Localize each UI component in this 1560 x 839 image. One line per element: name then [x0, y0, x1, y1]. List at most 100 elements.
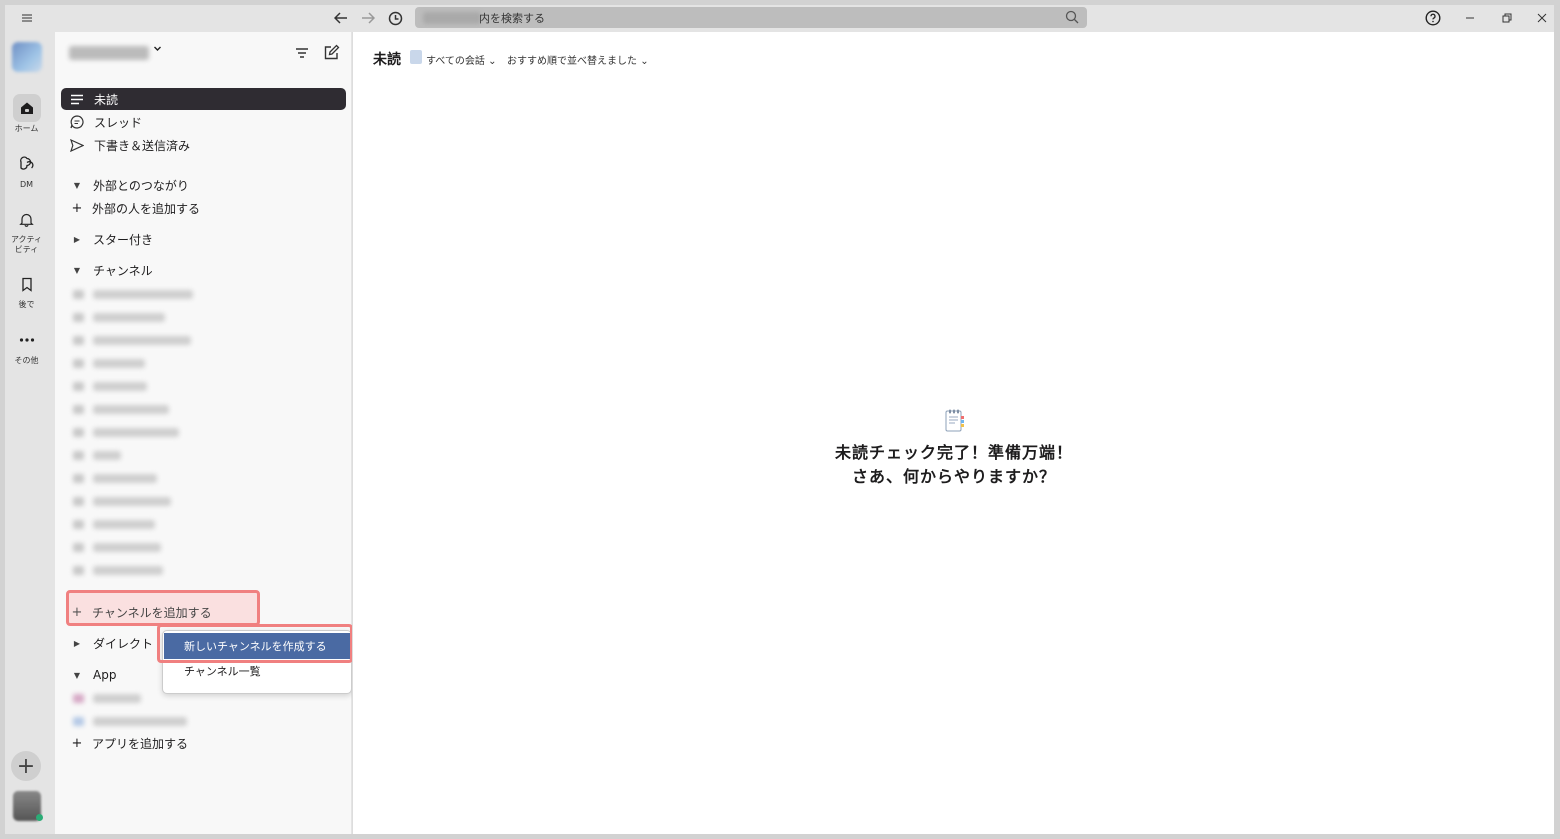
- add-app-label: アプリを追加する: [92, 736, 189, 751]
- channel-item-blurred[interactable]: [73, 357, 145, 369]
- compose-icon[interactable]: [322, 44, 340, 62]
- rail-more-label: その他: [14, 356, 39, 365]
- bell-icon: [13, 205, 41, 233]
- chevron-down-icon: ⌄: [640, 56, 649, 67]
- search-bar[interactable]: 内を検索する: [415, 7, 1087, 28]
- add-channel-label: チャンネルを追加する: [92, 605, 212, 620]
- help-icon[interactable]: [1423, 8, 1443, 28]
- conversation-type-icon: [410, 50, 422, 64]
- section-app-label: App: [93, 668, 117, 682]
- highlight-create-channel: [157, 624, 353, 663]
- add-app-button[interactable]: + アプリを追加する: [61, 732, 346, 754]
- history-clock-icon[interactable]: [385, 8, 405, 28]
- add-button-plus-icon[interactable]: +: [11, 751, 41, 781]
- sidebar-item-drafts[interactable]: 下書き＆送信済み: [61, 134, 346, 156]
- plus-icon: +: [71, 200, 83, 216]
- sidebar-item-label: スレッド: [94, 115, 143, 130]
- add-external-label: 外部の人を追加する: [92, 201, 201, 216]
- home-icon: [12, 94, 41, 122]
- hamburger-menu-icon[interactable]: [17, 8, 37, 28]
- section-starred[interactable]: ▶ スター付き: [61, 228, 346, 250]
- empty-state: 未読チェック完了！準備万端！ さあ、何からやりますか？: [353, 409, 1555, 489]
- forward-arrow-icon[interactable]: [358, 8, 378, 28]
- caret-right-icon: ▶: [73, 638, 81, 648]
- channel-item-blurred[interactable]: [73, 403, 169, 415]
- online-status-dot: [36, 814, 43, 821]
- channel-item-blurred[interactable]: [73, 311, 165, 323]
- minimize-icon[interactable]: [1460, 8, 1480, 28]
- workspace-avatar[interactable]: [12, 42, 42, 72]
- search-icon: [1065, 10, 1079, 24]
- channel-item-blurred[interactable]: [73, 564, 163, 576]
- filter-sort-label: おすすめ順で並べ替えました: [507, 56, 637, 67]
- rail-activity-label-line1: アクティ: [10, 235, 43, 244]
- filter-icon[interactable]: [293, 44, 311, 62]
- section-external-label: 外部とのつながり: [93, 178, 189, 193]
- threads-icon: [67, 115, 87, 129]
- rail-dm[interactable]: DM: [5, 150, 48, 190]
- section-channels[interactable]: ▼ チャンネル: [61, 259, 346, 281]
- rail-activity[interactable]: アクティ ビティ: [5, 205, 48, 255]
- rail-home[interactable]: ホーム: [5, 94, 48, 134]
- rail-more[interactable]: その他: [5, 326, 48, 366]
- more-icon: [13, 326, 41, 354]
- section-channels-label: チャンネル: [93, 263, 153, 278]
- sidebar-item-threads[interactable]: スレッド: [61, 111, 346, 133]
- rail-later-label: 後で: [18, 300, 35, 309]
- rail-home-label: ホーム: [14, 124, 39, 133]
- plus-icon: +: [71, 604, 83, 620]
- workspace-name-blurred[interactable]: [69, 46, 149, 60]
- blurred-workspace-name: [423, 12, 481, 24]
- caret-down-icon: ▼: [73, 670, 81, 680]
- channel-item-blurred[interactable]: [73, 518, 155, 530]
- channel-item-blurred[interactable]: [73, 288, 193, 300]
- caret-down-icon: ▼: [73, 265, 81, 275]
- workspace-chevron-down-icon[interactable]: [153, 43, 162, 56]
- channel-item-blurred[interactable]: [73, 495, 171, 507]
- section-starred-label: スター付き: [93, 232, 154, 247]
- rail-activity-label: アクティ ビティ: [5, 235, 48, 255]
- filter-all-conversations[interactable]: すべての会話 ⌄: [426, 52, 496, 67]
- channel-item-blurred[interactable]: [73, 449, 121, 461]
- empty-state-line2: さあ、何からやりますか？: [851, 467, 1056, 486]
- empty-state-line1: 未読チェック完了！準備万端！: [834, 443, 1073, 462]
- app-window: 内を検索する ホーム DM アクティ ビティ 後で その他 + 未読 スレッド …: [5, 5, 1554, 834]
- rail-later[interactable]: 後で: [5, 270, 48, 310]
- notepad-icon: [945, 409, 964, 432]
- channel-item-blurred[interactable]: [73, 334, 191, 346]
- caret-right-icon: ▶: [73, 234, 81, 244]
- sidebar-item-label: 未読: [94, 92, 119, 107]
- dm-icon: [13, 150, 41, 178]
- page-title: 未読: [373, 52, 401, 68]
- send-icon: [67, 138, 87, 152]
- section-external[interactable]: ▼ 外部とのつながり: [61, 174, 346, 196]
- rail-activity-label-line2: ビティ: [14, 245, 39, 254]
- add-channel-button[interactable]: + チャンネルを追加する: [61, 601, 346, 623]
- section-direct-label: ダイレクト: [93, 636, 154, 651]
- close-icon[interactable]: [1532, 8, 1552, 28]
- unread-icon: [67, 94, 87, 105]
- app-item-blurred[interactable]: [73, 692, 141, 704]
- chevron-down-icon: ⌄: [488, 56, 497, 67]
- sidebar-item-unread[interactable]: 未読: [61, 88, 346, 110]
- add-external-people[interactable]: + 外部の人を追加する: [61, 197, 346, 219]
- channel-item-blurred[interactable]: [73, 541, 161, 553]
- filter-all-label: すべての会話: [426, 56, 485, 67]
- filter-sort[interactable]: おすすめ順で並べ替えました ⌄: [507, 52, 649, 67]
- sidebar-item-label: 下書き＆送信済み: [94, 138, 191, 153]
- sidebar: 未読 スレッド 下書き＆送信済み ▼ 外部とのつながり + 外部の人を追加する …: [55, 32, 351, 834]
- left-rail: ホーム DM アクティ ビティ 後で その他: [5, 32, 54, 834]
- caret-down-icon: ▼: [73, 180, 81, 190]
- bookmark-icon: [13, 270, 41, 298]
- channel-item-blurred[interactable]: [73, 380, 147, 392]
- rail-dm-label: DM: [19, 180, 34, 189]
- top-bar: 内を検索する: [5, 5, 1554, 32]
- search-placeholder: 内を検索する: [479, 12, 545, 25]
- channel-item-blurred[interactable]: [73, 426, 179, 438]
- restore-icon[interactable]: [1497, 8, 1517, 28]
- back-arrow-icon[interactable]: [331, 8, 351, 28]
- app-item-blurred[interactable]: [73, 715, 187, 727]
- plus-icon: +: [71, 735, 83, 751]
- main-panel: 未読 すべての会話 ⌄ おすすめ順で並べ替えました ⌄ 未読チェック完了！準備万…: [352, 32, 1554, 834]
- channel-item-blurred[interactable]: [73, 472, 157, 484]
